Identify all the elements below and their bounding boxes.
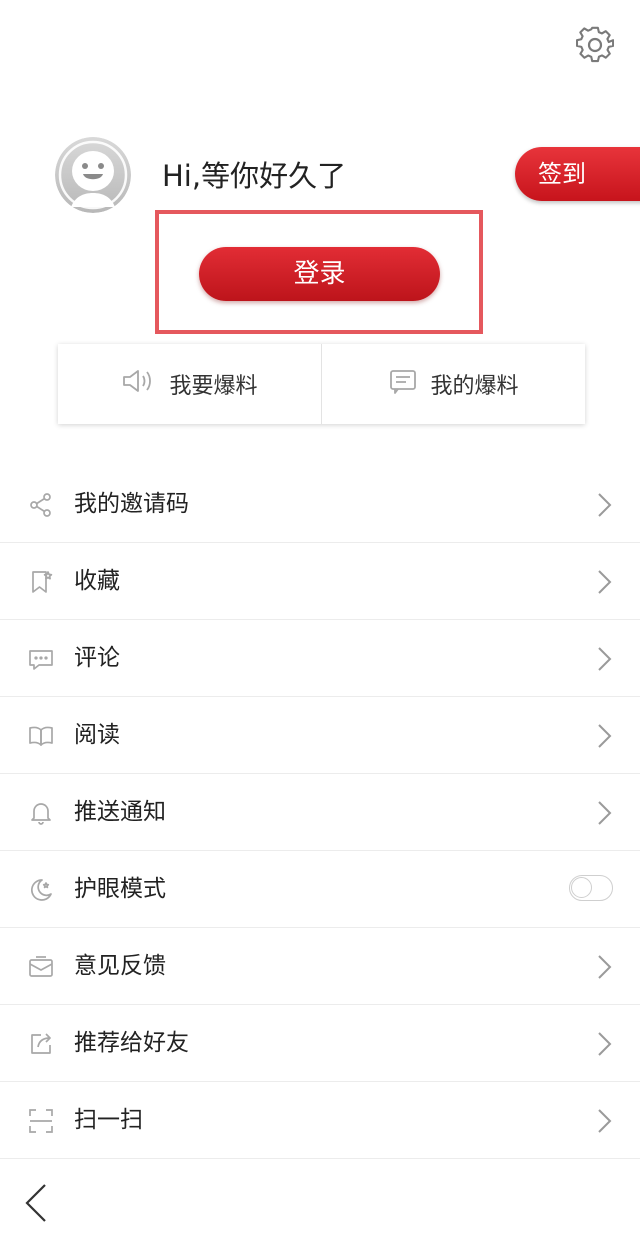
comment-icon bbox=[28, 646, 54, 672]
menu-item-invite-code[interactable]: 我的邀请码 bbox=[0, 466, 640, 543]
message-list-icon bbox=[388, 367, 418, 401]
mail-icon bbox=[28, 954, 54, 980]
avatar[interactable] bbox=[55, 137, 131, 213]
eye-care-toggle[interactable] bbox=[569, 875, 613, 901]
submit-tip-button[interactable]: 我要爆料 bbox=[58, 344, 321, 424]
chevron-right-icon bbox=[597, 569, 613, 595]
menu-item-label: 我的邀请码 bbox=[74, 491, 189, 517]
menu-item-comments[interactable]: 评论 bbox=[0, 620, 640, 697]
menu-item-label: 推荐给好友 bbox=[74, 1030, 189, 1056]
menu-item-favorites[interactable]: 收藏 bbox=[0, 543, 640, 620]
menu-item-scan[interactable]: 扫一扫 bbox=[0, 1082, 640, 1159]
chevron-right-icon bbox=[597, 723, 613, 749]
menu-item-label: 阅读 bbox=[74, 722, 120, 748]
forward-icon bbox=[28, 1031, 54, 1057]
menu-item-label: 推送通知 bbox=[74, 799, 166, 825]
menu-item-label: 扫一扫 bbox=[74, 1107, 143, 1133]
menu-item-reading[interactable]: 阅读 bbox=[0, 697, 640, 774]
menu-item-label: 收藏 bbox=[74, 568, 120, 594]
scan-icon bbox=[28, 1108, 54, 1134]
speaker-icon bbox=[121, 367, 157, 401]
submit-tip-label: 我要爆料 bbox=[169, 374, 258, 399]
bookmark-star-icon bbox=[28, 569, 54, 595]
moon-icon bbox=[28, 877, 54, 903]
toggle-knob bbox=[571, 877, 592, 898]
chevron-right-icon bbox=[597, 492, 613, 518]
menu-item-label: 意见反馈 bbox=[74, 953, 166, 979]
chevron-right-icon bbox=[597, 646, 613, 672]
checkin-button[interactable]: 签到 bbox=[515, 147, 640, 201]
chevron-right-icon bbox=[597, 954, 613, 980]
menu-item-eye-care-mode: 护眼模式 bbox=[0, 851, 640, 928]
menu-item-recommend-to-friend[interactable]: 推荐给好友 bbox=[0, 1005, 640, 1082]
login-button[interactable]: 登录 bbox=[199, 247, 440, 301]
menu-item-label: 评论 bbox=[74, 645, 120, 671]
book-icon bbox=[28, 723, 54, 749]
menu-item-push-notifications[interactable]: 推送通知 bbox=[0, 774, 640, 851]
menu-item-label: 护眼模式 bbox=[74, 876, 166, 902]
chevron-right-icon bbox=[597, 800, 613, 826]
my-tips-label: 我的爆料 bbox=[430, 374, 519, 399]
menu-item-feedback[interactable]: 意见反馈 bbox=[0, 928, 640, 1005]
tip-box: 我要爆料 我的爆料 bbox=[58, 344, 585, 424]
greeting-text: Hi,等你好久了 bbox=[162, 159, 347, 193]
chevron-right-icon bbox=[597, 1108, 613, 1134]
chevron-right-icon bbox=[597, 1031, 613, 1057]
gear-icon[interactable] bbox=[575, 26, 615, 64]
back-arrow-icon[interactable] bbox=[24, 1183, 48, 1223]
settings-menu: 我的邀请码 收藏 评论 阅读 推送通知 护眼模式 意见反馈 推荐给好友 扫一扫 bbox=[0, 466, 640, 1159]
my-tips-button[interactable]: 我的爆料 bbox=[322, 344, 585, 424]
share-icon bbox=[28, 492, 54, 518]
bell-icon bbox=[28, 800, 54, 826]
